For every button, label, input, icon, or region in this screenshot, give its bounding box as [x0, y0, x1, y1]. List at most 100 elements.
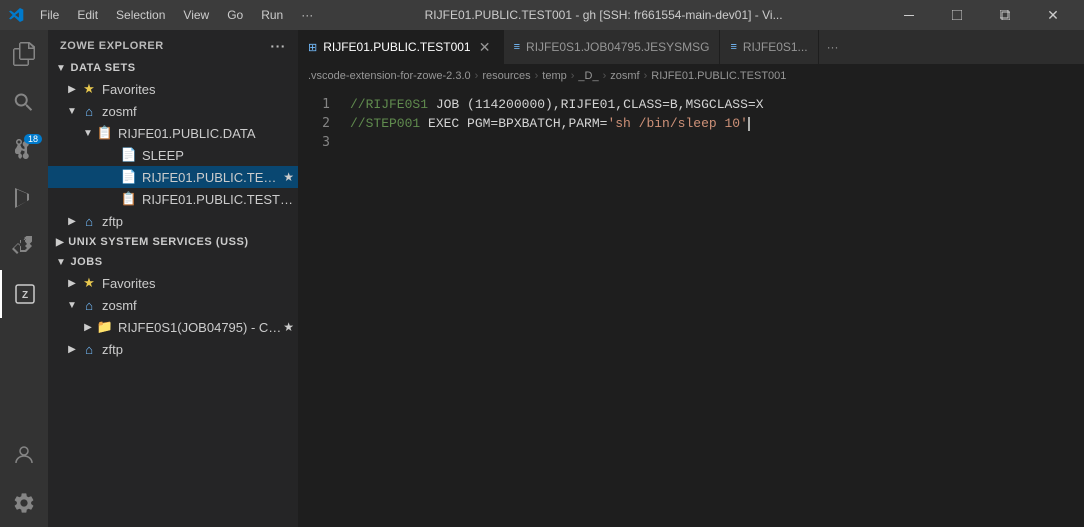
breadcrumb-d[interactable]: _D_ [578, 70, 598, 82]
ds-zftp-chevron-icon: ▶ [64, 216, 80, 227]
sidebar-content: ▼ DATA SETS ▶ ★ Favorites ▼ ⌂ zosmf ▼ [48, 58, 298, 527]
activity-run[interactable] [0, 174, 48, 222]
section-datasets[interactable]: ▼ DATA SETS [48, 58, 298, 78]
restore-button[interactable] [934, 0, 980, 30]
tab-test001[interactable]: ⊞ RIJFE01.PUBLIC.TEST001 ✕ [298, 30, 504, 64]
window-title: RIJFE01.PUBLIC.TEST001 - gh [SSH: fr6615… [329, 8, 878, 22]
ds-test001-file-icon: 📄 [120, 169, 138, 185]
section-jobs[interactable]: ▼ JOBS [48, 252, 298, 272]
breadcrumb: .vscode-extension-for-zowe-2.3.0 › resou… [298, 65, 1084, 87]
tab-test001-close-icon[interactable]: ✕ [477, 39, 493, 55]
activity-zowe[interactable]: Z [0, 270, 48, 318]
code-line-3 [350, 133, 1084, 152]
ds-test001-label: RIJFE01.PUBLIC.TEST001 [142, 170, 283, 185]
menu-more[interactable]: ··· [293, 6, 321, 24]
tab-bar: ⊞ RIJFE01.PUBLIC.TEST001 ✕ ≡ RIJFE0S1.JO… [298, 30, 1084, 65]
vscode-logo-icon [8, 7, 24, 23]
ds-zftp-home-icon: ⌂ [80, 214, 98, 229]
tab-job-msg[interactable]: ≡ RIJFE0S1.JOB04795.JESYSMSG [504, 30, 721, 64]
code-line-2: //STEP001 EXEC PGM=BPXBATCH,PARM='sh /bi… [350, 114, 1084, 133]
tab-test001-icon: ⊞ [308, 41, 317, 54]
jobs-favorites-chevron-icon: ▶ [64, 278, 80, 289]
jobs-zosmf-item[interactable]: ▼ ⌂ zosmf [48, 294, 298, 316]
close-button[interactable]: ✕ [1030, 0, 1076, 30]
tab-overflow-button[interactable]: ··· [819, 30, 847, 64]
ds-vsam-label: RIJFE01.PUBLIC.TEST001.VSAM [142, 192, 298, 207]
ds-rijfe-data-item[interactable]: ▼ 📋 RIJFE01.PUBLIC.DATA [48, 122, 298, 144]
activity-bar-bottom [0, 431, 48, 527]
jobs-zosmf-home-icon: ⌂ [80, 298, 98, 313]
jobs-rijfe01-item[interactable]: ▶ 📁 RIJFE0S1(JOB04795) - CC 0000 ★ [48, 316, 298, 338]
activity-search[interactable] [0, 78, 48, 126]
sidebar-header-actions: ··· [270, 38, 286, 54]
uss-chevron-icon: ▶ [56, 237, 64, 248]
ds-rijfe-data-chevron-icon: ▼ [80, 128, 96, 139]
menu-go[interactable]: Go [219, 6, 251, 24]
ds-sleep-label: SLEEP [142, 148, 298, 163]
code-area[interactable]: //RIJFE0S1 JOB (114200000),RIJFE01,CLASS… [338, 87, 1084, 527]
jobs-rijfe01-chevron-icon: ▶ [80, 322, 96, 333]
jobs-zftp-item[interactable]: ▶ ⌂ zftp [48, 338, 298, 360]
activity-account[interactable] [0, 431, 48, 479]
activity-settings[interactable] [0, 479, 48, 527]
ds-zosmf-chevron-icon: ▼ [64, 106, 80, 117]
breadcrumb-sep1: › [475, 70, 479, 82]
sidebar-title: ZOWE EXPLORER [60, 40, 164, 52]
menu-view[interactable]: View [175, 6, 217, 24]
jobs-zosmf-label: zosmf [102, 298, 298, 313]
menu-bar: File Edit Selection View Go Run ··· [32, 6, 321, 24]
sidebar-more-actions[interactable]: ··· [270, 38, 286, 54]
tab-job-msg-label: RIJFE0S1.JOB04795.JESYSMSG [526, 40, 709, 54]
activity-explorer[interactable] [0, 30, 48, 78]
breadcrumb-sep2: › [535, 70, 539, 82]
minimize-button[interactable] [886, 0, 932, 30]
activity-bar: 18 Z [0, 30, 48, 527]
main-layout: 18 Z [0, 30, 1084, 527]
breadcrumb-sep3: › [571, 70, 575, 82]
source-control-badge: 18 [24, 134, 42, 144]
jobs-rijfe01-label: RIJFE0S1(JOB04795) - CC 0000 [118, 320, 283, 335]
ds-favorites-item[interactable]: ▶ ★ Favorites [48, 78, 298, 100]
uss-label: UNIX SYSTEM SERVICES (USS) [68, 236, 248, 248]
tab-job-msg-icon: ≡ [514, 41, 520, 53]
breadcrumb-resources[interactable]: resources [482, 70, 530, 82]
title-bar: File Edit Selection View Go Run ··· RIJF… [0, 0, 1084, 30]
jobs-favorites-star-icon: ★ [80, 275, 98, 291]
menu-file[interactable]: File [32, 6, 67, 24]
breadcrumb-zosmf[interactable]: zosmf [610, 70, 639, 82]
jobs-label: JOBS [70, 256, 102, 268]
jobs-favorites-item[interactable]: ▶ ★ Favorites [48, 272, 298, 294]
ds-zosmf-item[interactable]: ▼ ⌂ zosmf [48, 100, 298, 122]
menu-selection[interactable]: Selection [108, 6, 173, 24]
sidebar-header: ZOWE EXPLORER ··· [48, 30, 298, 58]
tab-rijfe0s1[interactable]: ≡ RIJFE0S1... [720, 30, 818, 64]
breadcrumb-temp[interactable]: temp [542, 70, 566, 82]
ds-test001-item[interactable]: 📄 RIJFE01.PUBLIC.TEST001 ★ [48, 166, 298, 188]
jobs-zosmf-chevron-icon: ▼ [64, 300, 80, 311]
menu-edit[interactable]: Edit [69, 6, 106, 24]
ds-test001-star-icon[interactable]: ★ [283, 170, 294, 184]
activity-source-control[interactable]: 18 [0, 126, 48, 174]
breadcrumb-sep4: › [603, 70, 607, 82]
section-uss[interactable]: ▶ UNIX SYSTEM SERVICES (USS) [48, 232, 298, 252]
breadcrumb-sep5: › [644, 70, 648, 82]
jobs-zftp-home-icon: ⌂ [80, 342, 98, 357]
ds-sleep-item[interactable]: 📄 SLEEP [48, 144, 298, 166]
breadcrumb-vscode-ext[interactable]: .vscode-extension-for-zowe-2.3.0 [308, 70, 471, 82]
ds-favorites-star-icon: ★ [80, 81, 98, 97]
jobs-rijfe01-star-icon[interactable]: ★ [283, 320, 294, 334]
editor-area: ⊞ RIJFE01.PUBLIC.TEST001 ✕ ≡ RIJFE0S1.JO… [298, 30, 1084, 527]
window-controls: ✕ [886, 0, 1076, 30]
jobs-chevron-icon: ▼ [56, 257, 66, 268]
breadcrumb-test001[interactable]: RIJFE01.PUBLIC.TEST001 [651, 70, 786, 82]
menu-run[interactable]: Run [253, 6, 291, 24]
ds-zftp-item[interactable]: ▶ ⌂ zftp [48, 210, 298, 232]
editor-content[interactable]: 1 2 3 //RIJFE0S1 JOB (114200000),RIJFE01… [298, 87, 1084, 527]
line-numbers: 1 2 3 [298, 87, 338, 527]
ds-zosmf-label: zosmf [102, 104, 298, 119]
ds-rijfe-data-label: RIJFE01.PUBLIC.DATA [118, 126, 298, 141]
maximize-button[interactable] [982, 0, 1028, 30]
sidebar: ZOWE EXPLORER ··· ▼ DATA SETS ▶ ★ Favori… [48, 30, 298, 527]
activity-extensions[interactable] [0, 222, 48, 270]
ds-test001-vsam-item[interactable]: 📋 RIJFE01.PUBLIC.TEST001.VSAM [48, 188, 298, 210]
